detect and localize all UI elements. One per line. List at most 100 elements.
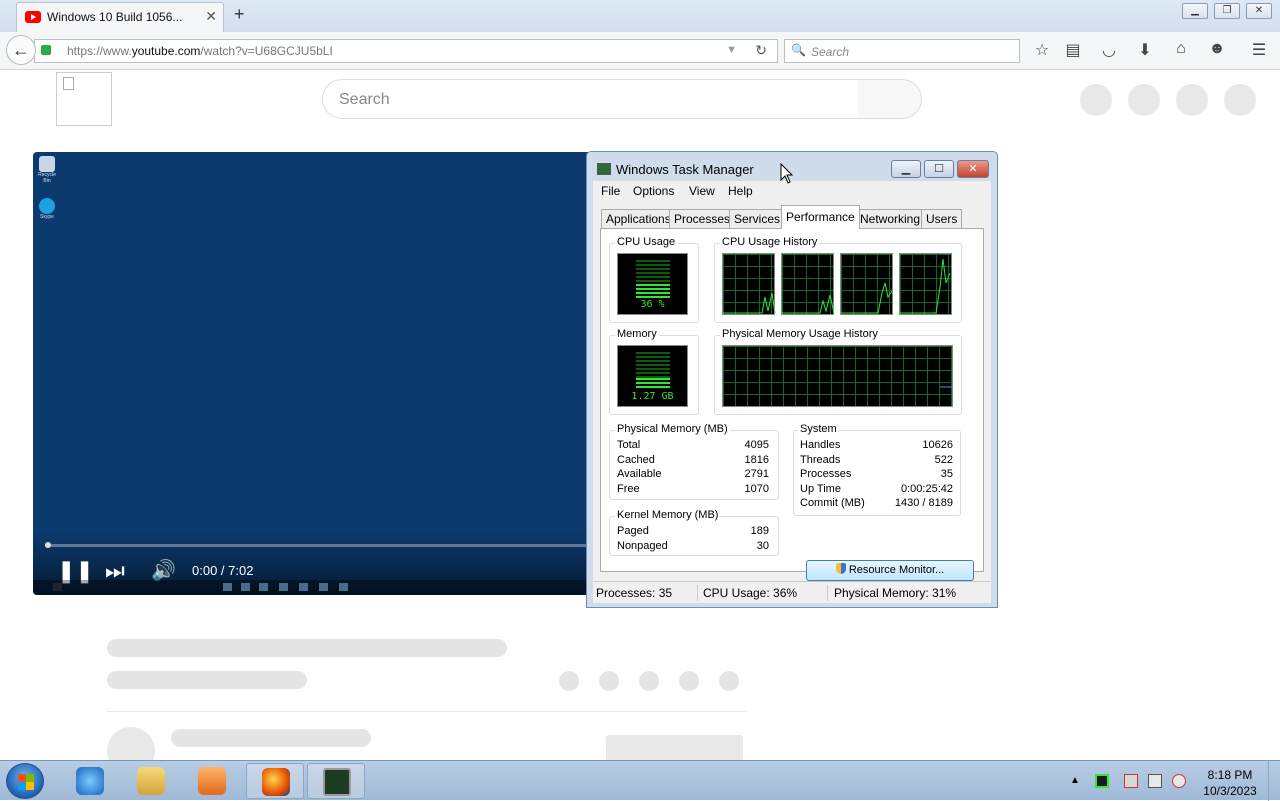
taskbar-app[interactable] <box>122 763 180 799</box>
taskbar-app[interactable] <box>61 763 119 799</box>
bookmark-star-icon[interactable]: ☆ <box>1031 40 1053 60</box>
search-icon: 🔍 <box>791 43 806 57</box>
video-taskbar-icon <box>299 583 308 591</box>
tab-services[interactable]: Services <box>729 209 786 228</box>
reload-icon[interactable]: ↻ <box>755 42 767 59</box>
url-text[interactable]: https://www.youtube.com/watch?v=U68GCJU5… <box>67 44 333 58</box>
status-divider <box>827 585 828 601</box>
minimize-window-button[interactable]: ▁ <box>1182 3 1208 19</box>
header-placeholder-icon[interactable] <box>1224 84 1256 116</box>
kernel-memory-label: Kernel Memory (MB) <box>615 509 721 521</box>
header-placeholder-icon[interactable] <box>1176 84 1208 116</box>
views-placeholder <box>107 671 307 689</box>
action-center-icon[interactable] <box>1124 774 1138 788</box>
video-taskbar-icon <box>279 583 288 591</box>
youtube-favicon-icon <box>25 11 41 23</box>
downloads-icon[interactable]: ⬇ <box>1134 40 1156 60</box>
video-progress-knob[interactable] <box>45 542 51 548</box>
tab-users[interactable]: Users <box>921 209 963 228</box>
menu-file[interactable]: File <box>601 184 620 198</box>
close-window-button[interactable]: ✕ <box>1246 3 1272 19</box>
taskbar-app[interactable] <box>307 763 365 799</box>
sys-threads-key: Threads <box>800 454 841 466</box>
youtube-search-button[interactable] <box>858 79 922 119</box>
tab-performance[interactable]: Performance <box>781 205 860 229</box>
sys-threads-value: 522 <box>934 454 953 466</box>
chat-icon[interactable]: ☻ <box>1206 40 1228 58</box>
taskbar-app[interactable] <box>246 763 304 799</box>
cpu-usage-gauge: 36 % <box>617 253 688 315</box>
video-player[interactable]: Recycle Bin Skype ❚❚ ⏭ 🔊 0:00 / 7:02 <box>33 152 593 595</box>
video-taskbar-icon <box>223 583 232 591</box>
browser-tab[interactable]: Windows 10 Build 1056... ✕ <box>16 2 224 32</box>
start-button[interactable] <box>6 763 44 799</box>
media-player-icon <box>198 767 226 795</box>
channel-name-placeholder <box>171 729 371 747</box>
broken-logo-image[interactable] <box>56 72 112 126</box>
tm-maximize-button[interactable]: ☐ <box>924 160 954 178</box>
tm-close-button[interactable]: ✕ <box>957 160 989 178</box>
mouse-cursor-icon <box>780 163 794 184</box>
header-placeholder-icon[interactable] <box>1080 84 1112 116</box>
sys-handles-key: Handles <box>800 439 841 451</box>
video-progress-bar[interactable] <box>45 542 593 548</box>
url-dropdown-icon[interactable]: ▼ <box>726 44 737 56</box>
memory-gauge-fill <box>636 378 670 390</box>
physical-memory-label: Physical Memory (MB) <box>615 423 730 435</box>
recycle-bin-icon: Recycle Bin <box>37 156 57 184</box>
address-bar[interactable]: https://www.youtube.com/watch?v=U68GCJU5… <box>34 39 778 63</box>
show-desktop-button[interactable] <box>1268 761 1280 801</box>
sys-processes-key: Processes <box>800 468 852 480</box>
taskbar-app[interactable] <box>183 763 241 799</box>
tm-minimize-button[interactable]: ▁ <box>891 160 921 178</box>
memory-gauge: 1.27 GB <box>617 345 688 407</box>
taskbar-clock[interactable]: 8:18 PM 10/3/2023 <box>1198 767 1262 799</box>
phys-available-value: 2791 <box>744 468 769 480</box>
menu-options[interactable]: Options <box>633 184 674 198</box>
memory-history-label: Physical Memory Usage History <box>720 328 880 340</box>
header-placeholder-icon[interactable] <box>1128 84 1160 116</box>
sys-commit-value: 1430 / 8189 <box>894 497 953 509</box>
home-icon[interactable]: ⌂ <box>1170 40 1192 58</box>
pocket-icon[interactable]: ◡ <box>1098 40 1120 60</box>
performance-panel: CPU Usage 36 % CPU Usage History Memory <box>600 228 984 581</box>
action-placeholder <box>719 671 739 691</box>
windows-taskbar: ▲ 8:18 PM 10/3/2023 <box>0 760 1280 801</box>
phys-free-key: Free <box>617 483 640 495</box>
tab-applications[interactable]: Applications <box>601 209 676 228</box>
task-manager-window[interactable]: Windows Task Manager ▁ ☐ ✕ File Options … <box>586 151 998 608</box>
browser-nav-bar: https://www.youtube.com/watch?v=U68GCJU5… <box>0 32 1280 70</box>
network-icon[interactable] <box>1148 774 1162 788</box>
hamburger-menu-icon[interactable]: ☰ <box>1248 40 1270 60</box>
back-button[interactable]: ← <box>6 35 36 65</box>
task-manager-icon <box>323 768 351 796</box>
youtube-search-input[interactable]: Search <box>322 79 860 119</box>
show-hidden-icons-icon[interactable]: ▲ <box>1070 775 1084 789</box>
file-explorer-icon <box>137 767 165 795</box>
task-manager-title: Windows Task Manager <box>616 162 754 177</box>
skype-icon: Skype <box>37 198 57 220</box>
tab-networking[interactable]: Networking <box>855 209 926 228</box>
divider <box>107 711 747 712</box>
bookmarks-menu-icon[interactable]: ▤ <box>1062 40 1084 60</box>
system-label: System <box>798 423 839 435</box>
browser-tab-bar: Windows 10 Build 1056... ✕ + ▁ ❐ ✕ <box>0 0 1280 32</box>
memory-label: Memory <box>615 328 659 340</box>
close-tab-icon[interactable]: ✕ <box>205 8 217 25</box>
restore-window-button[interactable]: ❐ <box>1214 3 1240 19</box>
sys-uptime-value: 0:00:25:42 <box>901 483 953 495</box>
new-tab-button[interactable]: + <box>234 4 245 25</box>
volume-muted-icon[interactable] <box>1172 774 1186 788</box>
menu-view[interactable]: View <box>689 184 715 198</box>
status-divider <box>697 585 698 601</box>
tab-processes[interactable]: Processes <box>669 209 736 228</box>
menu-help[interactable]: Help <box>728 184 753 198</box>
task-manager-tray-icon[interactable] <box>1095 774 1109 788</box>
resource-monitor-button[interactable]: Resource Monitor... <box>806 560 974 581</box>
phys-available-key: Available <box>617 468 662 480</box>
status-cpu: CPU Usage: 36% <box>703 586 798 600</box>
phys-total-key: Total <box>617 439 641 451</box>
action-placeholder <box>559 671 579 691</box>
memory-value: 1.27 GB <box>631 391 674 402</box>
browser-search-input[interactable]: 🔍 Search <box>784 39 1020 63</box>
